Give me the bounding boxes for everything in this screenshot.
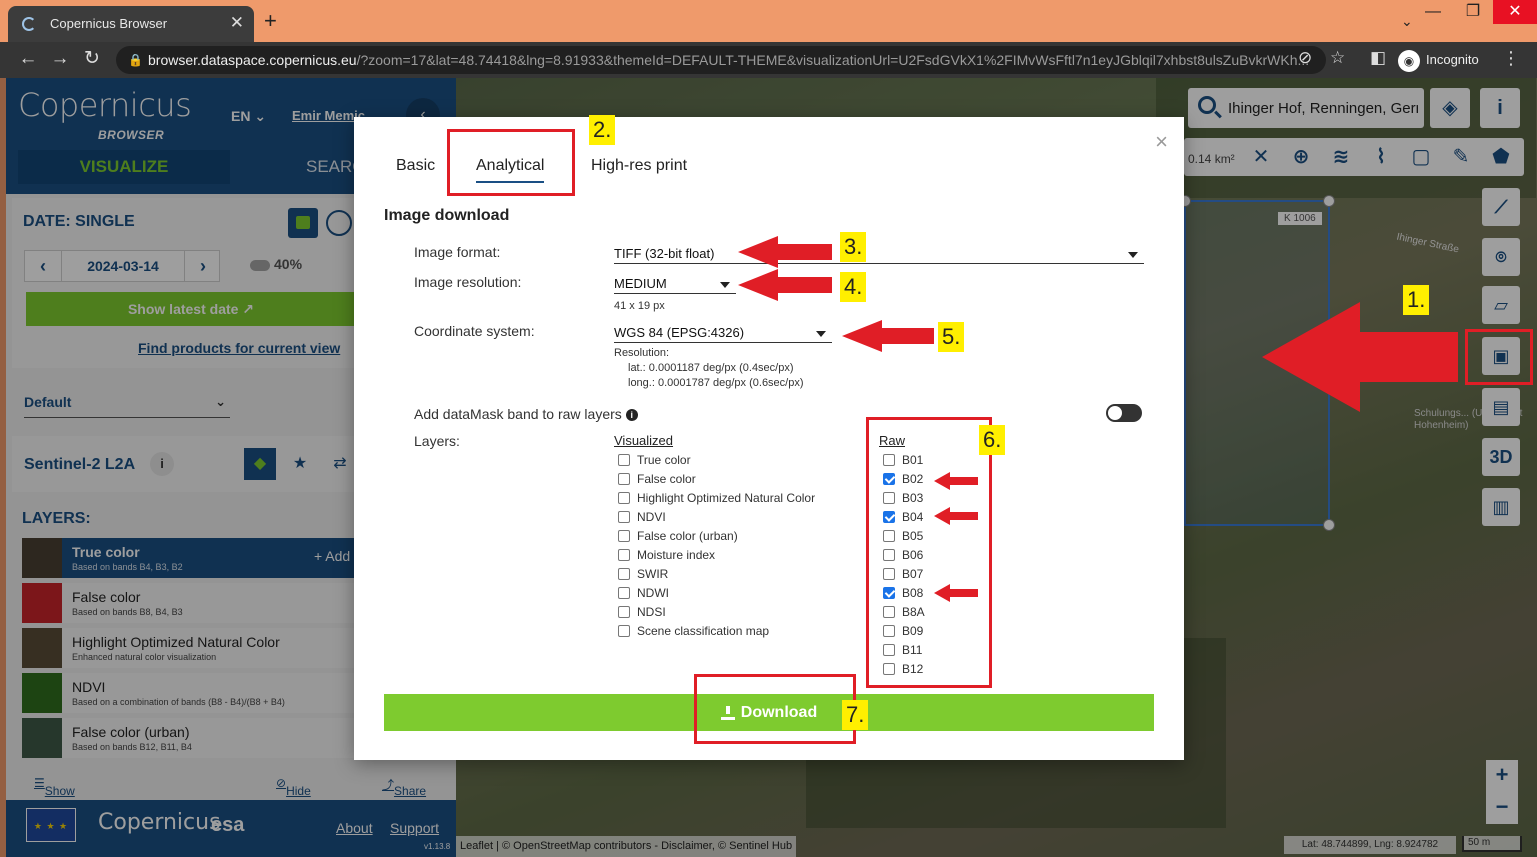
caret-down-icon	[1128, 252, 1138, 258]
annotation-arrow-5	[842, 320, 934, 352]
window-close-button[interactable]: ✕	[1493, 0, 1537, 24]
resolution-long: long.: 0.0001787 deg/px (0.6sec/px)	[628, 377, 804, 389]
annotation-box-7	[694, 674, 856, 744]
checkbox[interactable]	[618, 530, 630, 542]
annotation-box-1	[1465, 329, 1533, 385]
sidepanel-icon[interactable]: ◧	[1370, 48, 1386, 68]
forward-button[interactable]: →	[48, 48, 72, 70]
incognito-label: Incognito	[1426, 52, 1479, 67]
back-button[interactable]: ←	[16, 48, 40, 70]
section-title: Image download	[384, 207, 510, 224]
resolution-size: 41 x 19 px	[614, 300, 665, 312]
annotation-tag-3: 3.	[840, 232, 867, 262]
visualized-layer-option[interactable]: Moisture index	[618, 548, 715, 567]
image-format-label: Image format:	[414, 244, 501, 260]
checkbox[interactable]	[618, 454, 630, 466]
visualized-layer-option[interactable]: NDWI	[618, 586, 669, 605]
visualized-layer-option[interactable]: SWIR	[618, 567, 668, 586]
lock-icon: 🔒	[128, 53, 143, 67]
copernicus-favicon-icon	[22, 17, 36, 31]
checkbox[interactable]	[618, 549, 630, 561]
checkbox[interactable]	[618, 473, 630, 485]
datamask-toggle[interactable]	[1106, 404, 1142, 422]
annotation-tag-4: 4.	[840, 272, 867, 302]
annotation-tag-6: 6.	[979, 425, 1006, 455]
tab-high-res-print[interactable]: High-res print	[591, 157, 687, 175]
caret-down-icon	[816, 331, 826, 337]
visualized-layer-option[interactable]: NDVI	[618, 510, 666, 529]
visualized-heading: Visualized	[614, 433, 674, 448]
datamask-label: Add dataMask band to raw layers i	[414, 406, 638, 422]
checkbox[interactable]	[618, 587, 630, 599]
image-download-modal: × Basic Analytical High-res print Image …	[354, 117, 1184, 760]
visualized-layer-option[interactable]: True color	[618, 453, 691, 472]
visualized-layer-option[interactable]: Scene classification map	[618, 624, 769, 643]
tab-title: Copernicus Browser	[50, 16, 168, 31]
annotation-arrow-b04	[934, 507, 978, 525]
url-host: browser.dataspace.copernicus.eu	[148, 52, 357, 68]
option-label: SWIR	[637, 567, 669, 581]
image-format-select[interactable]: TIFF (32-bit float)	[614, 244, 1144, 264]
tab-close-button[interactable]: ✕	[230, 13, 244, 33]
minimize-button[interactable]: —	[1413, 0, 1453, 24]
resolution-title: Resolution:	[614, 347, 670, 359]
checkbox[interactable]	[618, 568, 630, 580]
image-resolution-select[interactable]: MEDIUM	[614, 274, 736, 294]
option-label: NDVI	[637, 510, 666, 524]
visualized-layer-option[interactable]: NDSI	[618, 605, 666, 624]
annotation-tag-7: 7.	[842, 700, 869, 730]
url-rest: /?zoom=17&lat=48.74418&lng=8.91933&theme…	[356, 52, 1310, 68]
info-icon[interactable]: i	[625, 409, 638, 422]
browser-tabbar: Copernicus Browser ✕ + ⌄ — ❐ ✕	[0, 0, 1537, 42]
new-tab-button[interactable]: +	[264, 10, 277, 32]
annotation-arrow-3	[738, 236, 832, 268]
layers-label: Layers:	[414, 433, 460, 449]
caret-down-icon	[720, 282, 730, 288]
annotation-tag-2: 2.	[589, 115, 616, 145]
reload-button[interactable]: ↻	[80, 48, 104, 70]
annotation-arrow-b08	[934, 584, 978, 602]
option-label: Highlight Optimized Natural Color	[637, 491, 816, 505]
coordinate-system-select[interactable]: WGS 84 (EPSG:4326)	[614, 323, 832, 343]
option-label: NDSI	[637, 605, 666, 619]
browser-tab[interactable]: Copernicus Browser ✕	[8, 6, 254, 42]
tab-search-icon[interactable]: ⌄	[1401, 13, 1413, 30]
url-input[interactable]: 🔒 browser.dataspace.copernicus.eu/?zoom=…	[116, 46, 1326, 74]
option-label: False color	[637, 472, 696, 486]
annotation-arrow-4	[738, 269, 832, 301]
incognito-icon: ◉	[1398, 49, 1420, 72]
annotation-arrow-1	[1262, 302, 1458, 412]
tracking-off-icon[interactable]: ⊘	[1298, 48, 1312, 68]
resolution-lat: lat.: 0.0001187 deg/px (0.4sec/px)	[628, 362, 794, 374]
checkbox[interactable]	[618, 511, 630, 523]
modal-close-button[interactable]: ×	[1155, 129, 1168, 155]
image-resolution-label: Image resolution:	[414, 274, 522, 290]
option-label: False color (urban)	[637, 529, 738, 543]
maximize-button[interactable]: ❐	[1453, 0, 1493, 24]
annotation-arrow-b02	[934, 472, 978, 490]
checkbox[interactable]	[618, 606, 630, 618]
checkbox[interactable]	[618, 625, 630, 637]
coordinate-system-label: Coordinate system:	[414, 323, 535, 339]
option-label: Scene classification map	[637, 624, 770, 638]
option-label: Moisture index	[637, 548, 716, 562]
checkbox[interactable]	[618, 492, 630, 504]
incognito-badge[interactable]: ◉ Incognito	[1398, 47, 1479, 73]
annotation-box-6	[866, 417, 992, 688]
address-bar: ← → ↻ 🔒 browser.dataspace.copernicus.eu/…	[0, 42, 1537, 78]
option-label: True color	[637, 453, 691, 467]
bookmark-star-icon[interactable]: ☆	[1330, 48, 1345, 68]
option-label: NDWI	[637, 586, 669, 600]
annotation-box-2	[447, 129, 575, 196]
browser-menu-button[interactable]: ⋮	[1502, 48, 1520, 69]
tab-basic[interactable]: Basic	[396, 157, 435, 175]
visualized-layer-option[interactable]: False color (urban)	[618, 529, 738, 548]
visualized-layer-option[interactable]: Highlight Optimized Natural Color	[618, 491, 815, 510]
annotation-tag-5: 5.	[938, 322, 965, 352]
visualized-layer-option[interactable]: False color	[618, 472, 696, 491]
